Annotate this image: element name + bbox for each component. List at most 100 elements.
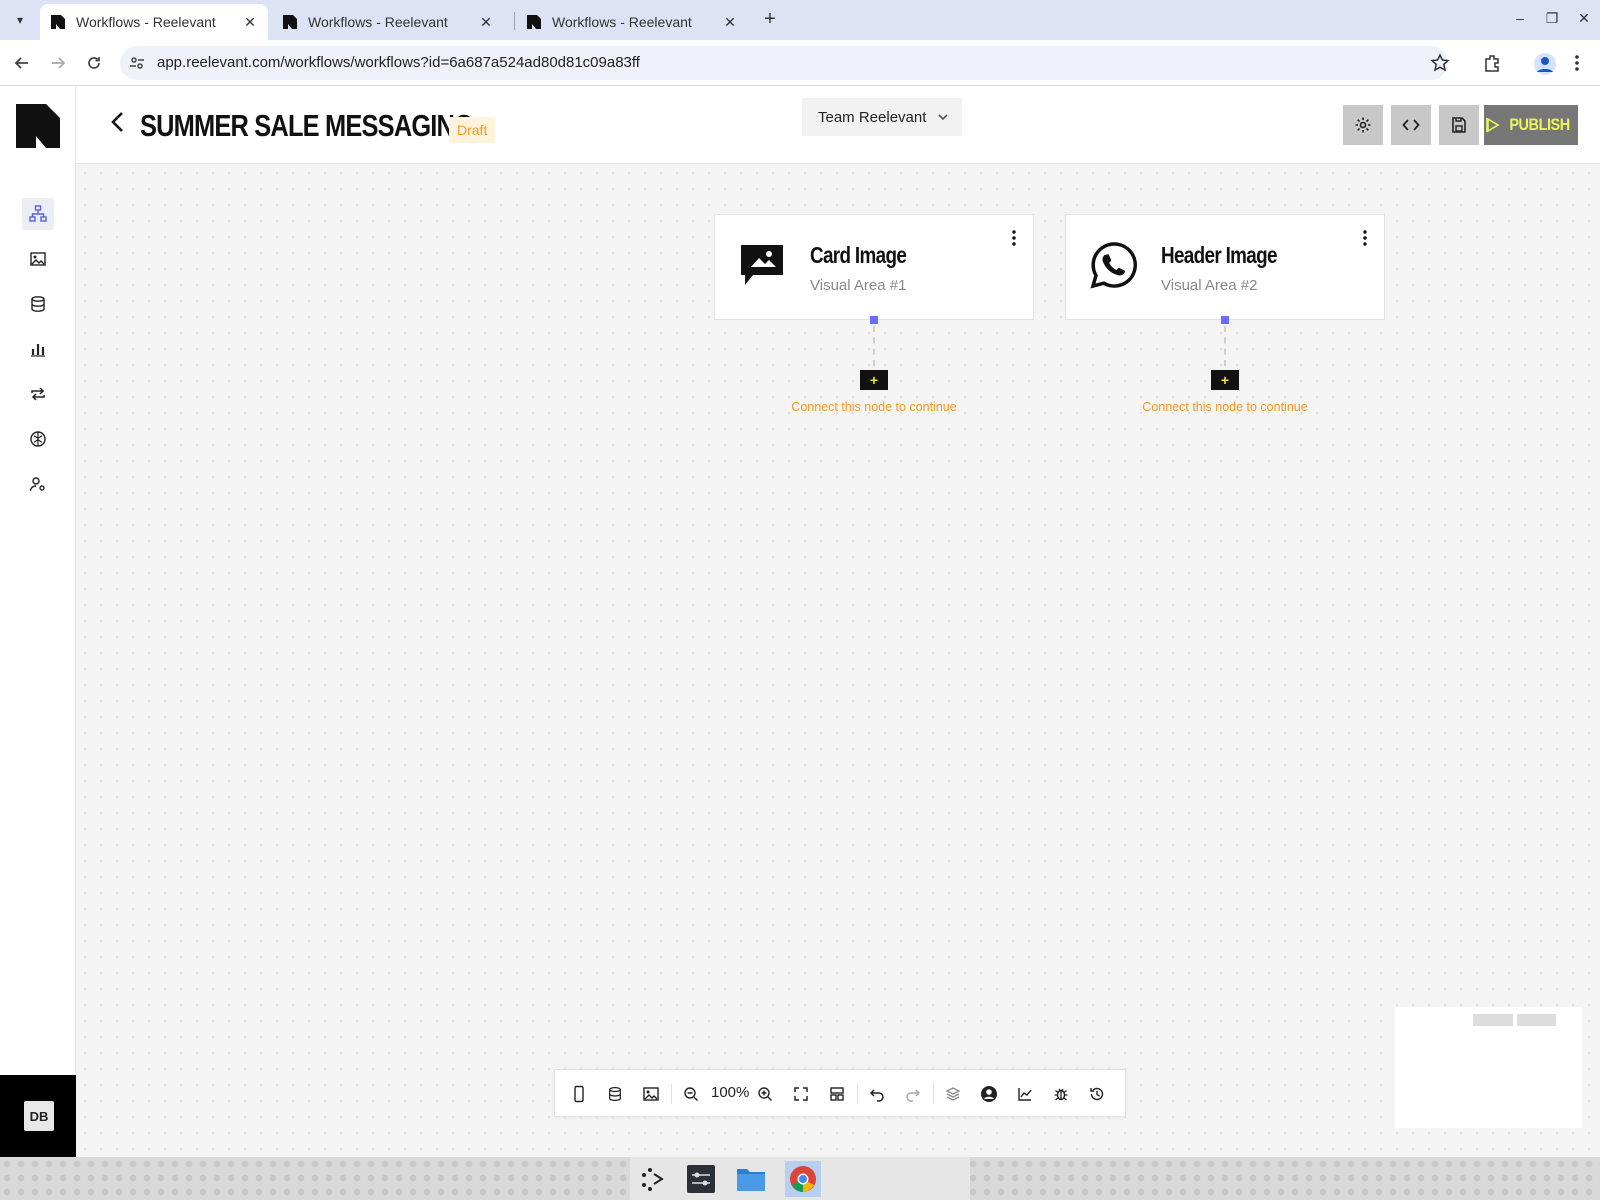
tab-title: Workflows - Reelevant <box>308 14 448 30</box>
chat-image-icon <box>741 245 783 285</box>
tab-close-icon[interactable]: ✕ <box>242 14 258 31</box>
code-button[interactable] <box>1391 105 1431 145</box>
back-arrow-icon[interactable] <box>108 110 128 134</box>
toolbar-divider <box>857 1084 858 1104</box>
chevron-down-icon <box>938 114 948 121</box>
browser-tab-1[interactable]: Workflows - Reelevant ✕ <box>40 4 268 40</box>
layers-icon[interactable] <box>943 1084 963 1104</box>
workflow-node-header-image[interactable]: Header Image Visual Area #2 <box>1065 214 1385 320</box>
tab-separator <box>514 12 515 30</box>
url-text[interactable]: app.reelevant.com/workflows/workflows?id… <box>157 54 640 71</box>
gear-icon <box>1355 117 1371 133</box>
status-badge: Draft <box>449 117 496 143</box>
workflow-node-card-image[interactable]: Card Image Visual Area #1 <box>714 214 1034 320</box>
save-icon <box>1452 117 1466 133</box>
connect-hint: Connect this node to continue <box>1142 400 1308 414</box>
sidebar-item-workflows[interactable] <box>22 198 54 230</box>
minimap-node <box>1517 1014 1556 1026</box>
publish-button[interactable]: PUBLISH <box>1484 105 1578 145</box>
mobile-preview-icon[interactable] <box>569 1084 589 1104</box>
tab-close-icon[interactable]: ✕ <box>722 14 738 31</box>
history-icon[interactable] <box>1087 1084 1107 1104</box>
canvas-toolbar: 100% <box>554 1069 1126 1117</box>
reelevant-favicon-icon <box>527 15 541 29</box>
window-close-icon[interactable]: ✕ <box>1574 10 1594 27</box>
sidebar-item-users[interactable] <box>22 468 54 500</box>
visual-icon <box>30 252 46 266</box>
zoom-level: 100% <box>711 1084 750 1101</box>
chrome-app-icon[interactable] <box>785 1161 821 1197</box>
user-settings-icon <box>29 477 45 492</box>
redo-icon[interactable] <box>903 1084 923 1104</box>
code-icon <box>1402 119 1420 131</box>
minimize-icon[interactable]: – <box>1510 10 1530 26</box>
save-button[interactable] <box>1439 105 1479 145</box>
node-menu-icon[interactable] <box>1007 229 1021 247</box>
reelevant-favicon-icon <box>51 15 65 29</box>
files-app-icon[interactable] <box>733 1161 769 1197</box>
profile-icon[interactable] <box>1534 53 1556 75</box>
back-icon[interactable] <box>10 51 34 75</box>
restore-icon[interactable]: ❐ <box>1542 10 1562 27</box>
avatar[interactable]: DB <box>24 1101 54 1131</box>
launcher-icon[interactable] <box>634 1161 670 1197</box>
sidebar-item-data[interactable] <box>22 288 54 320</box>
node-subtitle: Visual Area #2 <box>1161 277 1258 294</box>
page-title[interactable]: SUMMER SALE MESSAGING <box>140 108 474 144</box>
connector-line <box>1224 326 1226 366</box>
connect-hint: Connect this node to continue <box>791 400 957 414</box>
browser-menu-icon[interactable] <box>1572 53 1582 73</box>
node-menu-icon[interactable] <box>1358 229 1372 247</box>
extensions-icon[interactable] <box>1482 53 1502 73</box>
sidebar-item-sync[interactable] <box>22 378 54 410</box>
brain-icon <box>30 431 46 447</box>
tab-title: Workflows - Reelevant <box>76 14 216 30</box>
fit-screen-icon[interactable] <box>791 1084 811 1104</box>
play-icon <box>1486 117 1500 133</box>
browser-tab-3[interactable]: Workflows - Reelevant ✕ <box>516 4 748 40</box>
tab-title: Workflows - Reelevant <box>552 14 692 30</box>
toolbar-divider <box>671 1084 672 1104</box>
sidebar-item-analytics[interactable] <box>22 333 54 365</box>
line-chart-icon[interactable] <box>1015 1084 1035 1104</box>
browser-tab-2[interactable]: Workflows - Reelevant ✕ <box>272 4 504 40</box>
database-icon <box>31 296 45 312</box>
site-info-icon[interactable] <box>128 54 146 72</box>
connector-line <box>873 326 875 366</box>
node-subtitle: Visual Area #1 <box>810 277 907 294</box>
zoom-out-icon[interactable] <box>681 1084 701 1104</box>
add-node-button[interactable]: + <box>1211 370 1239 390</box>
node-title: Card Image <box>810 242 907 268</box>
team-select-value: Team Reelevant <box>818 108 927 126</box>
sidebar-item-visuals[interactable] <box>22 243 54 275</box>
settings-app-icon[interactable] <box>683 1161 719 1197</box>
toolbar-divider <box>933 1084 934 1104</box>
forward-icon[interactable] <box>46 51 70 75</box>
tab-close-icon[interactable]: ✕ <box>478 14 494 31</box>
node-title: Header Image <box>1161 242 1277 268</box>
reload-icon[interactable] <box>82 51 106 75</box>
reelevant-logo <box>16 104 60 148</box>
add-node-button[interactable]: + <box>860 370 888 390</box>
workflow-icon <box>29 205 47 222</box>
new-tab-plus-icon[interactable]: + <box>758 8 782 32</box>
settings-button[interactable] <box>1343 105 1383 145</box>
node-output-port[interactable] <box>870 316 878 324</box>
zoom-in-icon[interactable] <box>755 1084 775 1104</box>
visual-icon[interactable] <box>641 1084 661 1104</box>
audience-icon[interactable] <box>979 1084 999 1104</box>
whatsapp-icon <box>1090 242 1138 289</box>
undo-icon[interactable] <box>867 1084 887 1104</box>
bug-icon[interactable] <box>1051 1084 1071 1104</box>
sidebar-item-ai[interactable] <box>22 423 54 455</box>
auto-layout-icon[interactable] <box>827 1084 847 1104</box>
node-output-port[interactable] <box>1221 316 1229 324</box>
reelevant-favicon-icon <box>283 15 297 29</box>
team-select[interactable]: Team Reelevant <box>802 98 962 136</box>
bookmark-star-icon[interactable] <box>1430 53 1450 73</box>
minimap-node <box>1473 1014 1513 1026</box>
database-icon[interactable] <box>605 1084 625 1104</box>
publish-label: PUBLISH <box>1509 115 1571 134</box>
repeat-icon <box>31 387 45 401</box>
tab-search-chevron-icon[interactable]: ▾ <box>8 8 32 32</box>
